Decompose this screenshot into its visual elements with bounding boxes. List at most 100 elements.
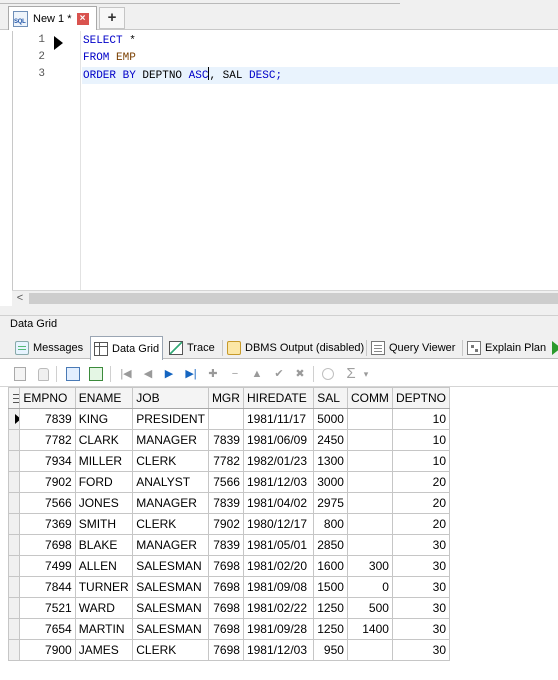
cell-sal[interactable]: 950: [313, 639, 348, 661]
column-header-job[interactable]: JOB: [132, 387, 209, 409]
tab-dbms-output[interactable]: DBMS Output (disabled): [224, 337, 364, 359]
table-row[interactable]: 7369 SMITH CLERK 7902 1980/12/17 800 20: [7, 513, 451, 535]
cell-empno[interactable]: 7839: [19, 408, 76, 430]
first-record-icon[interactable]: |◀: [118, 366, 134, 382]
cell-empno[interactable]: 7499: [19, 555, 76, 577]
cell-ename[interactable]: JAMES: [74, 639, 134, 661]
cell-comm[interactable]: [346, 408, 393, 430]
scroll-left-icon[interactable]: <: [12, 291, 28, 306]
next-record-icon[interactable]: ▶: [161, 366, 177, 382]
cell-job[interactable]: MANAGER: [132, 492, 209, 514]
data-grid[interactable]: EMPNO ENAME JOB MGR HIREDATE SAL COMM DE…: [7, 387, 451, 661]
cell-hiredate[interactable]: 1981/09/08: [242, 576, 315, 598]
column-header-sal[interactable]: SAL: [313, 387, 348, 409]
table-row[interactable]: 7839 KING PRESIDENT 1981/11/17 5000 10: [7, 408, 451, 430]
tab-trace[interactable]: Trace: [166, 337, 215, 359]
table-row[interactable]: 7934 MILLER CLERK 7782 1982/01/23 1300 10: [7, 450, 451, 472]
new-document-icon[interactable]: [12, 366, 28, 382]
cell-comm[interactable]: 0: [346, 576, 393, 598]
cell-comm[interactable]: [346, 492, 393, 514]
row-indicator[interactable]: [7, 408, 21, 430]
table-row[interactable]: 7499 ALLEN SALESMAN 7698 1981/02/20 1600 300 30: [7, 555, 451, 577]
cell-sal[interactable]: 2975: [313, 492, 348, 514]
row-indicator[interactable]: [7, 534, 21, 556]
cell-mgr[interactable]: 7839: [207, 429, 244, 451]
cell-hiredate[interactable]: 1981/05/01: [242, 534, 315, 556]
cell-mgr[interactable]: 7698: [207, 555, 244, 577]
cell-ename[interactable]: TURNER: [74, 576, 134, 598]
cell-empno[interactable]: 7900: [19, 639, 76, 661]
row-indicator[interactable]: [7, 639, 21, 661]
panel-splitter[interactable]: [0, 306, 558, 315]
cell-sal[interactable]: 1250: [313, 618, 348, 640]
cell-deptno[interactable]: 30: [391, 534, 451, 556]
cell-deptno[interactable]: 30: [391, 576, 451, 598]
cell-mgr[interactable]: 7839: [207, 534, 244, 556]
cell-ename[interactable]: JONES: [74, 492, 134, 514]
tab-run[interactable]: [548, 337, 558, 359]
row-indicator[interactable]: [7, 576, 21, 598]
add-tab-button[interactable]: +: [99, 7, 125, 29]
edit-record-icon[interactable]: ▲: [249, 366, 265, 382]
cell-comm[interactable]: [346, 471, 393, 493]
cell-mgr[interactable]: 7698: [207, 597, 244, 619]
cell-job[interactable]: SALESMAN: [132, 576, 209, 598]
cell-comm[interactable]: 1400: [346, 618, 393, 640]
cell-mgr[interactable]: 7782: [207, 450, 244, 472]
cell-hiredate[interactable]: 1981/12/03: [242, 471, 315, 493]
cell-deptno[interactable]: 10: [391, 408, 451, 430]
cell-comm[interactable]: [346, 429, 393, 451]
cell-job[interactable]: CLERK: [132, 639, 209, 661]
table-row[interactable]: 7902 FORD ANALYST 7566 1981/12/03 3000 20: [7, 471, 451, 493]
cell-job[interactable]: PRESIDENT: [132, 408, 209, 430]
row-indicator[interactable]: [7, 492, 21, 514]
cell-comm[interactable]: [346, 639, 393, 661]
cell-deptno[interactable]: 10: [391, 429, 451, 451]
tab-messages[interactable]: Messages: [12, 337, 83, 359]
cell-sal[interactable]: 1250: [313, 597, 348, 619]
cell-deptno[interactable]: 20: [391, 471, 451, 493]
export-icon[interactable]: [65, 366, 81, 382]
tab-query-viewer[interactable]: Query Viewer: [368, 337, 455, 359]
cell-empno[interactable]: 7782: [19, 429, 76, 451]
cell-empno[interactable]: 7844: [19, 576, 76, 598]
cell-empno[interactable]: 7934: [19, 450, 76, 472]
scrollbar-thumb[interactable]: [29, 293, 558, 304]
cell-deptno[interactable]: 20: [391, 492, 451, 514]
cell-job[interactable]: SALESMAN: [132, 555, 209, 577]
cell-ename[interactable]: BLAKE: [74, 534, 134, 556]
column-header-mgr[interactable]: MGR: [207, 387, 244, 409]
cell-mgr[interactable]: [207, 408, 244, 430]
prior-record-icon[interactable]: ◀: [140, 366, 156, 382]
delete-record-icon[interactable]: −: [227, 366, 243, 382]
cell-ename[interactable]: WARD: [74, 597, 134, 619]
cell-mgr[interactable]: 7566: [207, 471, 244, 493]
cell-mgr[interactable]: 7698: [207, 576, 244, 598]
cell-hiredate[interactable]: 1980/12/17: [242, 513, 315, 535]
row-indicator[interactable]: [7, 597, 21, 619]
row-indicator[interactable]: [7, 450, 21, 472]
cell-hiredate[interactable]: 1981/09/28: [242, 618, 315, 640]
cell-deptno[interactable]: 30: [391, 618, 451, 640]
cell-hiredate[interactable]: 1981/12/03: [242, 639, 315, 661]
table-row[interactable]: 7782 CLARK MANAGER 7839 1981/06/09 2450 10: [7, 429, 451, 451]
table-row[interactable]: 7521 WARD SALESMAN 7698 1981/02/22 1250 500 30: [7, 597, 451, 619]
cell-empno[interactable]: 7902: [19, 471, 76, 493]
column-header-hiredate[interactable]: HIREDATE: [242, 387, 315, 409]
column-header-comm[interactable]: COMM: [346, 387, 393, 409]
insert-record-icon[interactable]: ✚: [205, 366, 221, 382]
cell-ename[interactable]: KING: [74, 408, 134, 430]
filter-icon[interactable]: [320, 366, 336, 382]
code-line[interactable]: SELECT *: [82, 33, 558, 50]
code-line[interactable]: FROM EMP: [82, 50, 558, 67]
lock-icon[interactable]: [35, 366, 51, 382]
cell-job[interactable]: ANALYST: [132, 471, 209, 493]
code-line-active[interactable]: ORDER BY DEPTNO ASC, SAL DESC;: [82, 67, 558, 84]
cell-sal[interactable]: 1600: [313, 555, 348, 577]
cell-job[interactable]: MANAGER: [132, 429, 209, 451]
cell-job[interactable]: CLERK: [132, 450, 209, 472]
cell-comm[interactable]: 300: [346, 555, 393, 577]
cell-sal[interactable]: 1500: [313, 576, 348, 598]
cell-hiredate[interactable]: 1981/11/17: [242, 408, 315, 430]
close-icon[interactable]: ×: [76, 12, 89, 25]
